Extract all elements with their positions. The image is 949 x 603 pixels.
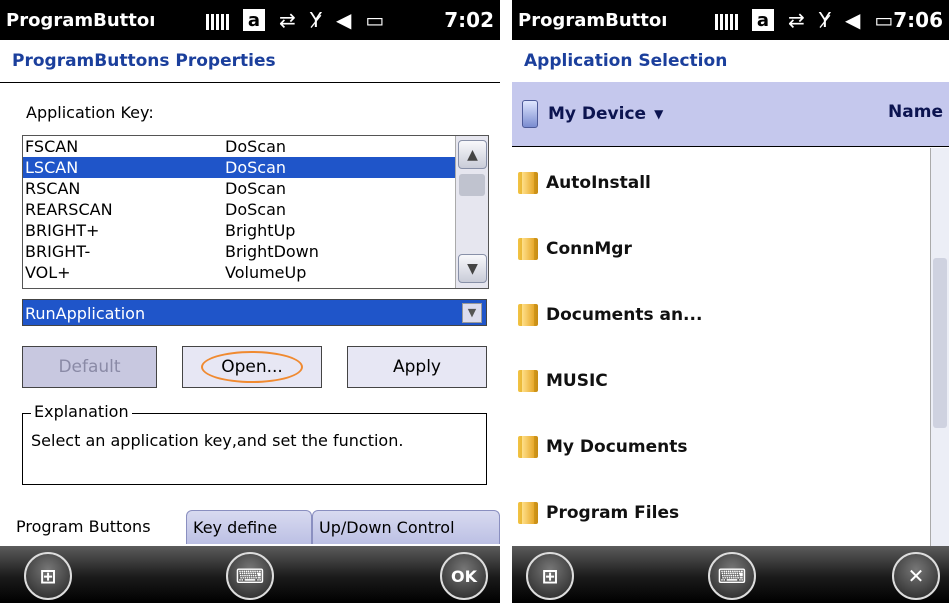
ok-button[interactable]: OK — [440, 552, 488, 600]
status-time: 7:06 — [893, 8, 943, 32]
keyboard-icon[interactable]: ⌨ — [226, 552, 274, 600]
application-selection-screen: ProgramButtoı a ⇄ Y̷ ◀︎ ▭ 7:06 Applicati… — [512, 0, 949, 603]
location-header: My Device ▼ Name — [512, 82, 949, 147]
keyboard-icon[interactable]: ⌨ — [708, 552, 756, 600]
tab-up-down-control[interactable]: Up/Down Control — [312, 510, 500, 544]
device-icon — [522, 100, 538, 128]
dropdown-value: RunApplication — [25, 304, 146, 323]
list-item[interactable]: Documents an... — [512, 282, 922, 348]
status-bar: ProgramButtoı a ⇄ Y̷ ◀︎ ▭ 7:06 — [512, 0, 949, 40]
no-signal-icon: Y̷ — [309, 8, 322, 32]
page-title: ProgramButtons Properties — [0, 40, 500, 83]
chevron-down-icon[interactable]: ▼ — [462, 303, 482, 323]
scroll-down-icon[interactable]: ▼ — [458, 254, 487, 283]
windows-start-icon[interactable]: ⊞ — [24, 552, 72, 600]
explanation-legend: Explanation — [31, 402, 132, 421]
list-item[interactable]: ConnMgr — [512, 216, 922, 282]
open-button-label: Open... — [201, 351, 303, 383]
status-time: 7:02 — [444, 8, 494, 32]
open-button[interactable]: Open... — [182, 346, 322, 388]
list-item[interactable]: My Documents — [512, 414, 922, 480]
sort-dropdown[interactable]: Name — [888, 102, 943, 122]
list-item[interactable]: Program Files — [512, 480, 922, 546]
list-item[interactable]: BRIGHT+ BrightUp — [23, 220, 488, 241]
explanation-group: Explanation Select an application key,an… — [22, 402, 487, 485]
folder-icon — [518, 502, 538, 524]
close-icon[interactable]: ✕ — [892, 552, 940, 600]
status-bar: ProgramButtoı a ⇄ Y̷ ◀︎ ▭ 7:02 — [0, 0, 500, 40]
folder-icon — [518, 370, 538, 392]
tab-bar: Program Buttons Key define Up/Down Contr… — [0, 510, 500, 544]
folder-icon — [518, 304, 538, 326]
application-key-label: Application Key: — [26, 103, 154, 122]
page-title: Application Selection — [524, 51, 728, 71]
list-item[interactable]: BRIGHT- BrightDown — [23, 241, 488, 262]
status-app-title: ProgramButtoı — [6, 9, 156, 31]
function-dropdown[interactable]: RunApplication ▼ — [22, 299, 487, 326]
default-button[interactable]: Default — [22, 346, 157, 388]
battery-icon: ▭ — [874, 8, 894, 32]
scroll-thumb[interactable] — [459, 174, 485, 196]
keyboard-grid-icon — [206, 10, 229, 30]
program-buttons-screen: ProgramButtoı a ⇄ Y̷ ◀︎ ▭ 7:02 ProgramBu… — [0, 0, 500, 603]
tab-program-buttons[interactable]: Program Buttons — [10, 510, 182, 544]
list-item[interactable]: RSCAN DoScan — [23, 178, 488, 199]
input-mode-icon: a — [751, 9, 774, 31]
connectivity-icon: ⇄ — [787, 8, 805, 32]
windows-start-icon[interactable]: ⊞ — [526, 552, 574, 600]
soft-key-bar: ⊞ ⌨ OK — [0, 546, 500, 603]
scroll-thumb[interactable] — [933, 258, 947, 428]
folder-icon — [518, 436, 538, 458]
soft-key-bar: ⊞ ⌨ ✕ — [512, 546, 949, 603]
battery-icon: ▭ — [365, 8, 385, 32]
volume-icon: ◀︎ — [335, 8, 352, 32]
tab-key-define[interactable]: Key define — [186, 510, 312, 544]
list-item-selected[interactable]: LSCAN DoScan — [23, 157, 488, 178]
list-scrollbar[interactable]: ▲ ▼ — [455, 136, 488, 288]
application-key-list[interactable]: FSCAN DoScan LSCAN DoScan RSCAN DoScan REAR… — [22, 135, 489, 289]
folder-scrollbar[interactable] — [930, 148, 949, 546]
keyboard-grid-icon — [714, 10, 738, 30]
folder-icon — [518, 172, 538, 194]
location-dropdown[interactable]: My Device — [548, 104, 646, 124]
list-item[interactable]: MUSIC — [512, 348, 922, 414]
volume-icon: ◀︎ — [844, 8, 861, 32]
list-item[interactable]: REARSCAN DoScan — [23, 199, 488, 220]
chevron-down-icon[interactable]: ▼ — [654, 107, 663, 121]
list-item[interactable]: VOL+ VolumeUp — [23, 262, 488, 283]
no-signal-icon: Y̷ — [818, 8, 831, 32]
folder-icon — [518, 238, 538, 260]
list-item[interactable]: AutoInstall — [512, 150, 922, 216]
list-item[interactable]: FSCAN DoScan — [23, 136, 488, 157]
explanation-text: Select an application key,and set the fu… — [31, 431, 404, 450]
folder-list: AutoInstall ConnMgr Documents an... MUSI… — [512, 150, 922, 546]
input-mode-icon: a — [243, 9, 265, 31]
apply-button[interactable]: Apply — [347, 346, 487, 388]
scroll-up-icon[interactable]: ▲ — [458, 140, 487, 169]
status-app-title: ProgramButtoı — [518, 9, 668, 31]
connectivity-icon: ⇄ — [279, 8, 296, 32]
